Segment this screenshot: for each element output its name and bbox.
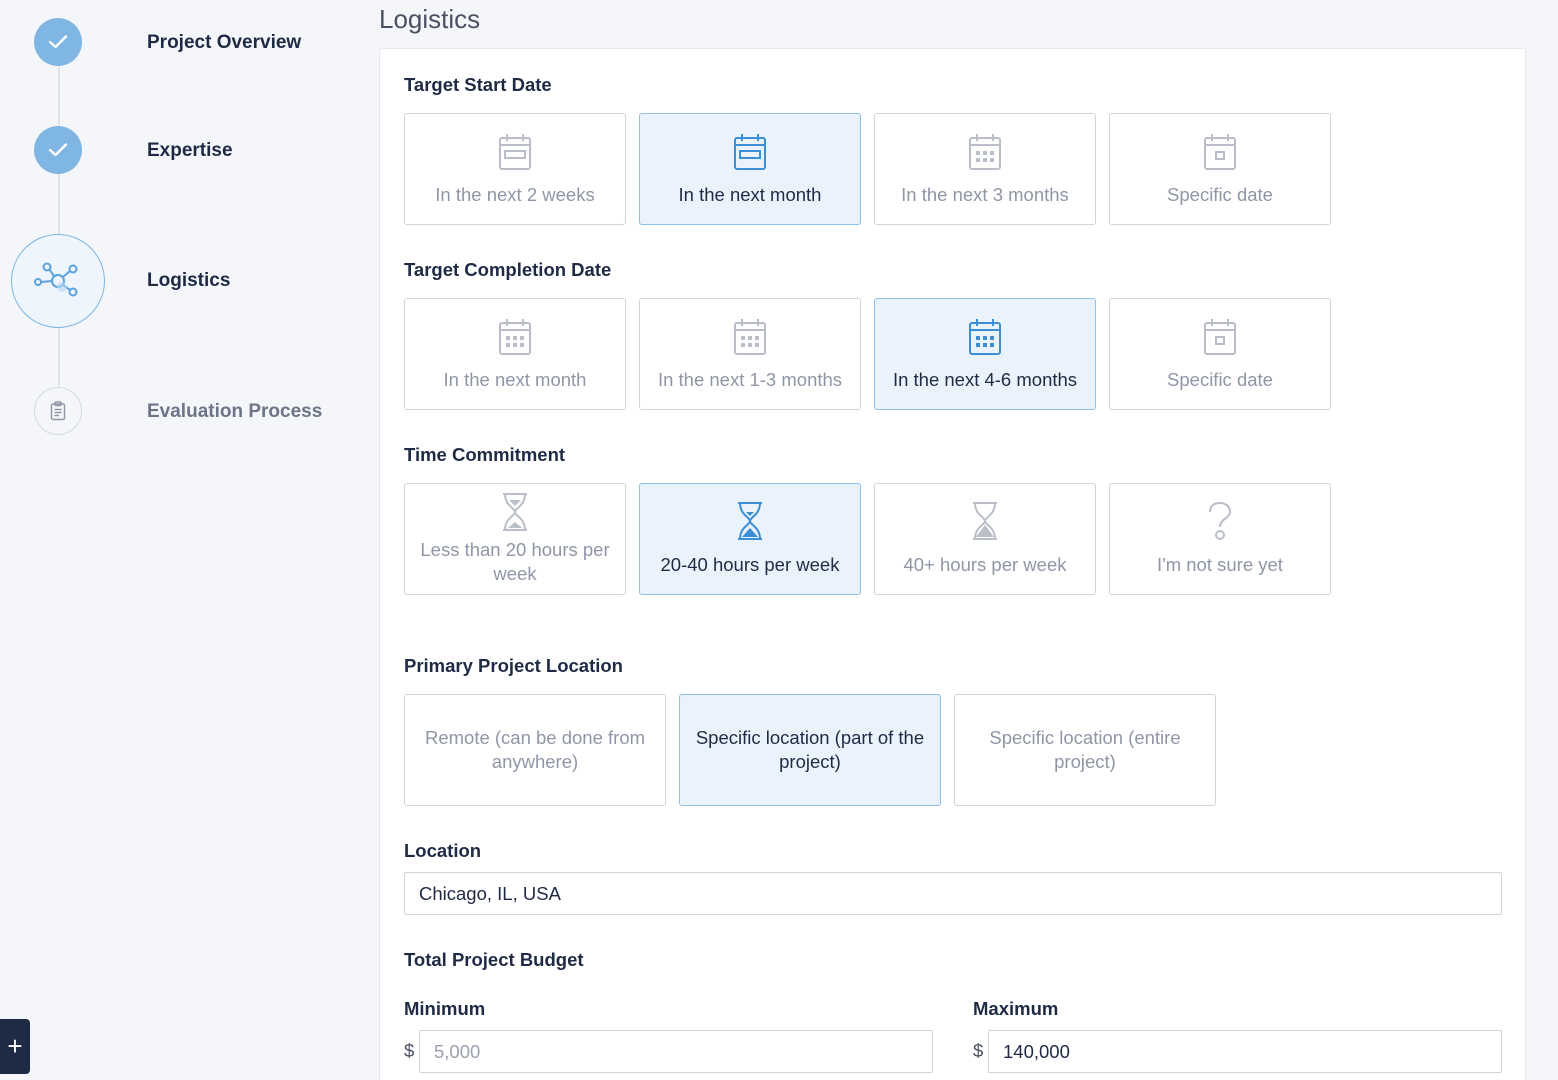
time-option-less-than-20[interactable]: Less than 20 hours per week [404,483,626,595]
location-input[interactable] [404,872,1502,915]
progress-stepper: Project Overview Expertise Logistics Eva… [0,0,370,1080]
hourglass-icon [970,501,1000,541]
step-evaluation-process-label[interactable]: Evaluation Process [147,401,322,423]
time-commitment-label: Time Commitment [404,444,566,465]
total-project-budget-label: Total Project Budget [404,949,584,970]
step-project-overview-check-icon[interactable] [34,18,82,66]
completion-option-next-4-6-months[interactable]: In the next 4-6 months [874,298,1096,410]
option-label: 20-40 hours per week [660,554,840,575]
calendar-grid-icon [968,131,1002,171]
option-label: Specific location (part of the project) [695,727,925,772]
time-option-40-plus[interactable]: 40+ hours per week [874,483,1096,595]
stepper-connector [58,328,60,386]
option-label: Remote (can be done from anywhere) [424,727,646,772]
logistics-form-card: Target Start Date In the next 2 weeks In… [379,48,1526,1080]
option-label: 40+ hours per week [903,554,1067,575]
target-completion-date-label: Target Completion Date [404,259,612,280]
option-label: Less than 20 hours per week [420,539,610,584]
calendar-month-icon [733,131,767,171]
budget-maximum-label: Maximum [973,998,1059,1019]
completion-option-specific-date[interactable]: Specific date [1109,298,1331,410]
calendar-day-icon [1203,131,1237,171]
calendar-grid-icon [498,316,532,356]
step-logistics-network-icon [11,234,105,328]
budget-minimum-input[interactable] [419,1030,933,1073]
option-label: In the next 3 months [901,184,1069,205]
time-option-not-sure[interactable]: I'm not sure yet [1109,483,1331,595]
hourglass-icon [500,492,530,532]
step-logistics-label: Logistics [147,270,231,291]
location-option-specific-entire[interactable]: Specific location (entire project) [954,694,1216,806]
time-option-20-40[interactable]: 20-40 hours per week [639,483,861,595]
floating-add-button[interactable]: + [0,1019,30,1074]
calendar-grid-icon [733,316,767,356]
start-option-next-3-months[interactable]: In the next 3 months [874,113,1096,225]
target-start-date-label: Target Start Date [404,74,552,95]
budget-min-currency-symbol: $ [404,1040,415,1061]
stepper-connector [58,66,60,126]
calendar-week-icon [498,131,532,171]
budget-maximum-input[interactable] [988,1030,1502,1073]
completion-option-next-month[interactable]: In the next month [404,298,626,410]
step-evaluation-clipboard-icon[interactable] [34,387,82,435]
option-label: In the next month [678,184,822,205]
option-label: Specific date [1167,369,1273,390]
stepper-connector [58,174,60,234]
option-label: In the next 2 weeks [435,184,595,205]
completion-option-next-1-3-months[interactable]: In the next 1-3 months [639,298,861,410]
calendar-day-icon [1203,316,1237,356]
option-label: In the next 1-3 months [657,369,843,390]
location-label: Location [404,840,482,861]
budget-minimum-label: Minimum [404,998,486,1019]
start-option-next-month[interactable]: In the next month [639,113,861,225]
option-label: Specific location (entire project) [989,727,1181,772]
question-icon [1206,501,1234,541]
location-option-specific-part[interactable]: Specific location (part of the project) [679,694,941,806]
start-option-specific-date[interactable]: Specific date [1109,113,1331,225]
hourglass-icon [735,501,765,541]
start-option-next-2-weeks[interactable]: In the next 2 weeks [404,113,626,225]
step-expertise-label[interactable]: Expertise [147,140,233,162]
calendar-grid-icon [968,316,1002,356]
option-label: I'm not sure yet [1157,554,1283,575]
primary-project-location-label: Primary Project Location [404,655,623,676]
budget-max-currency-symbol: $ [973,1040,984,1061]
option-label: Specific date [1167,184,1273,205]
page-title: Logistics [379,4,481,34]
step-expertise-check-icon[interactable] [34,126,82,174]
step-project-overview-label[interactable]: Project Overview [147,32,301,54]
option-label: In the next 4-6 months [892,369,1078,390]
location-option-remote[interactable]: Remote (can be done from anywhere) [404,694,666,806]
option-label: In the next month [443,369,587,390]
